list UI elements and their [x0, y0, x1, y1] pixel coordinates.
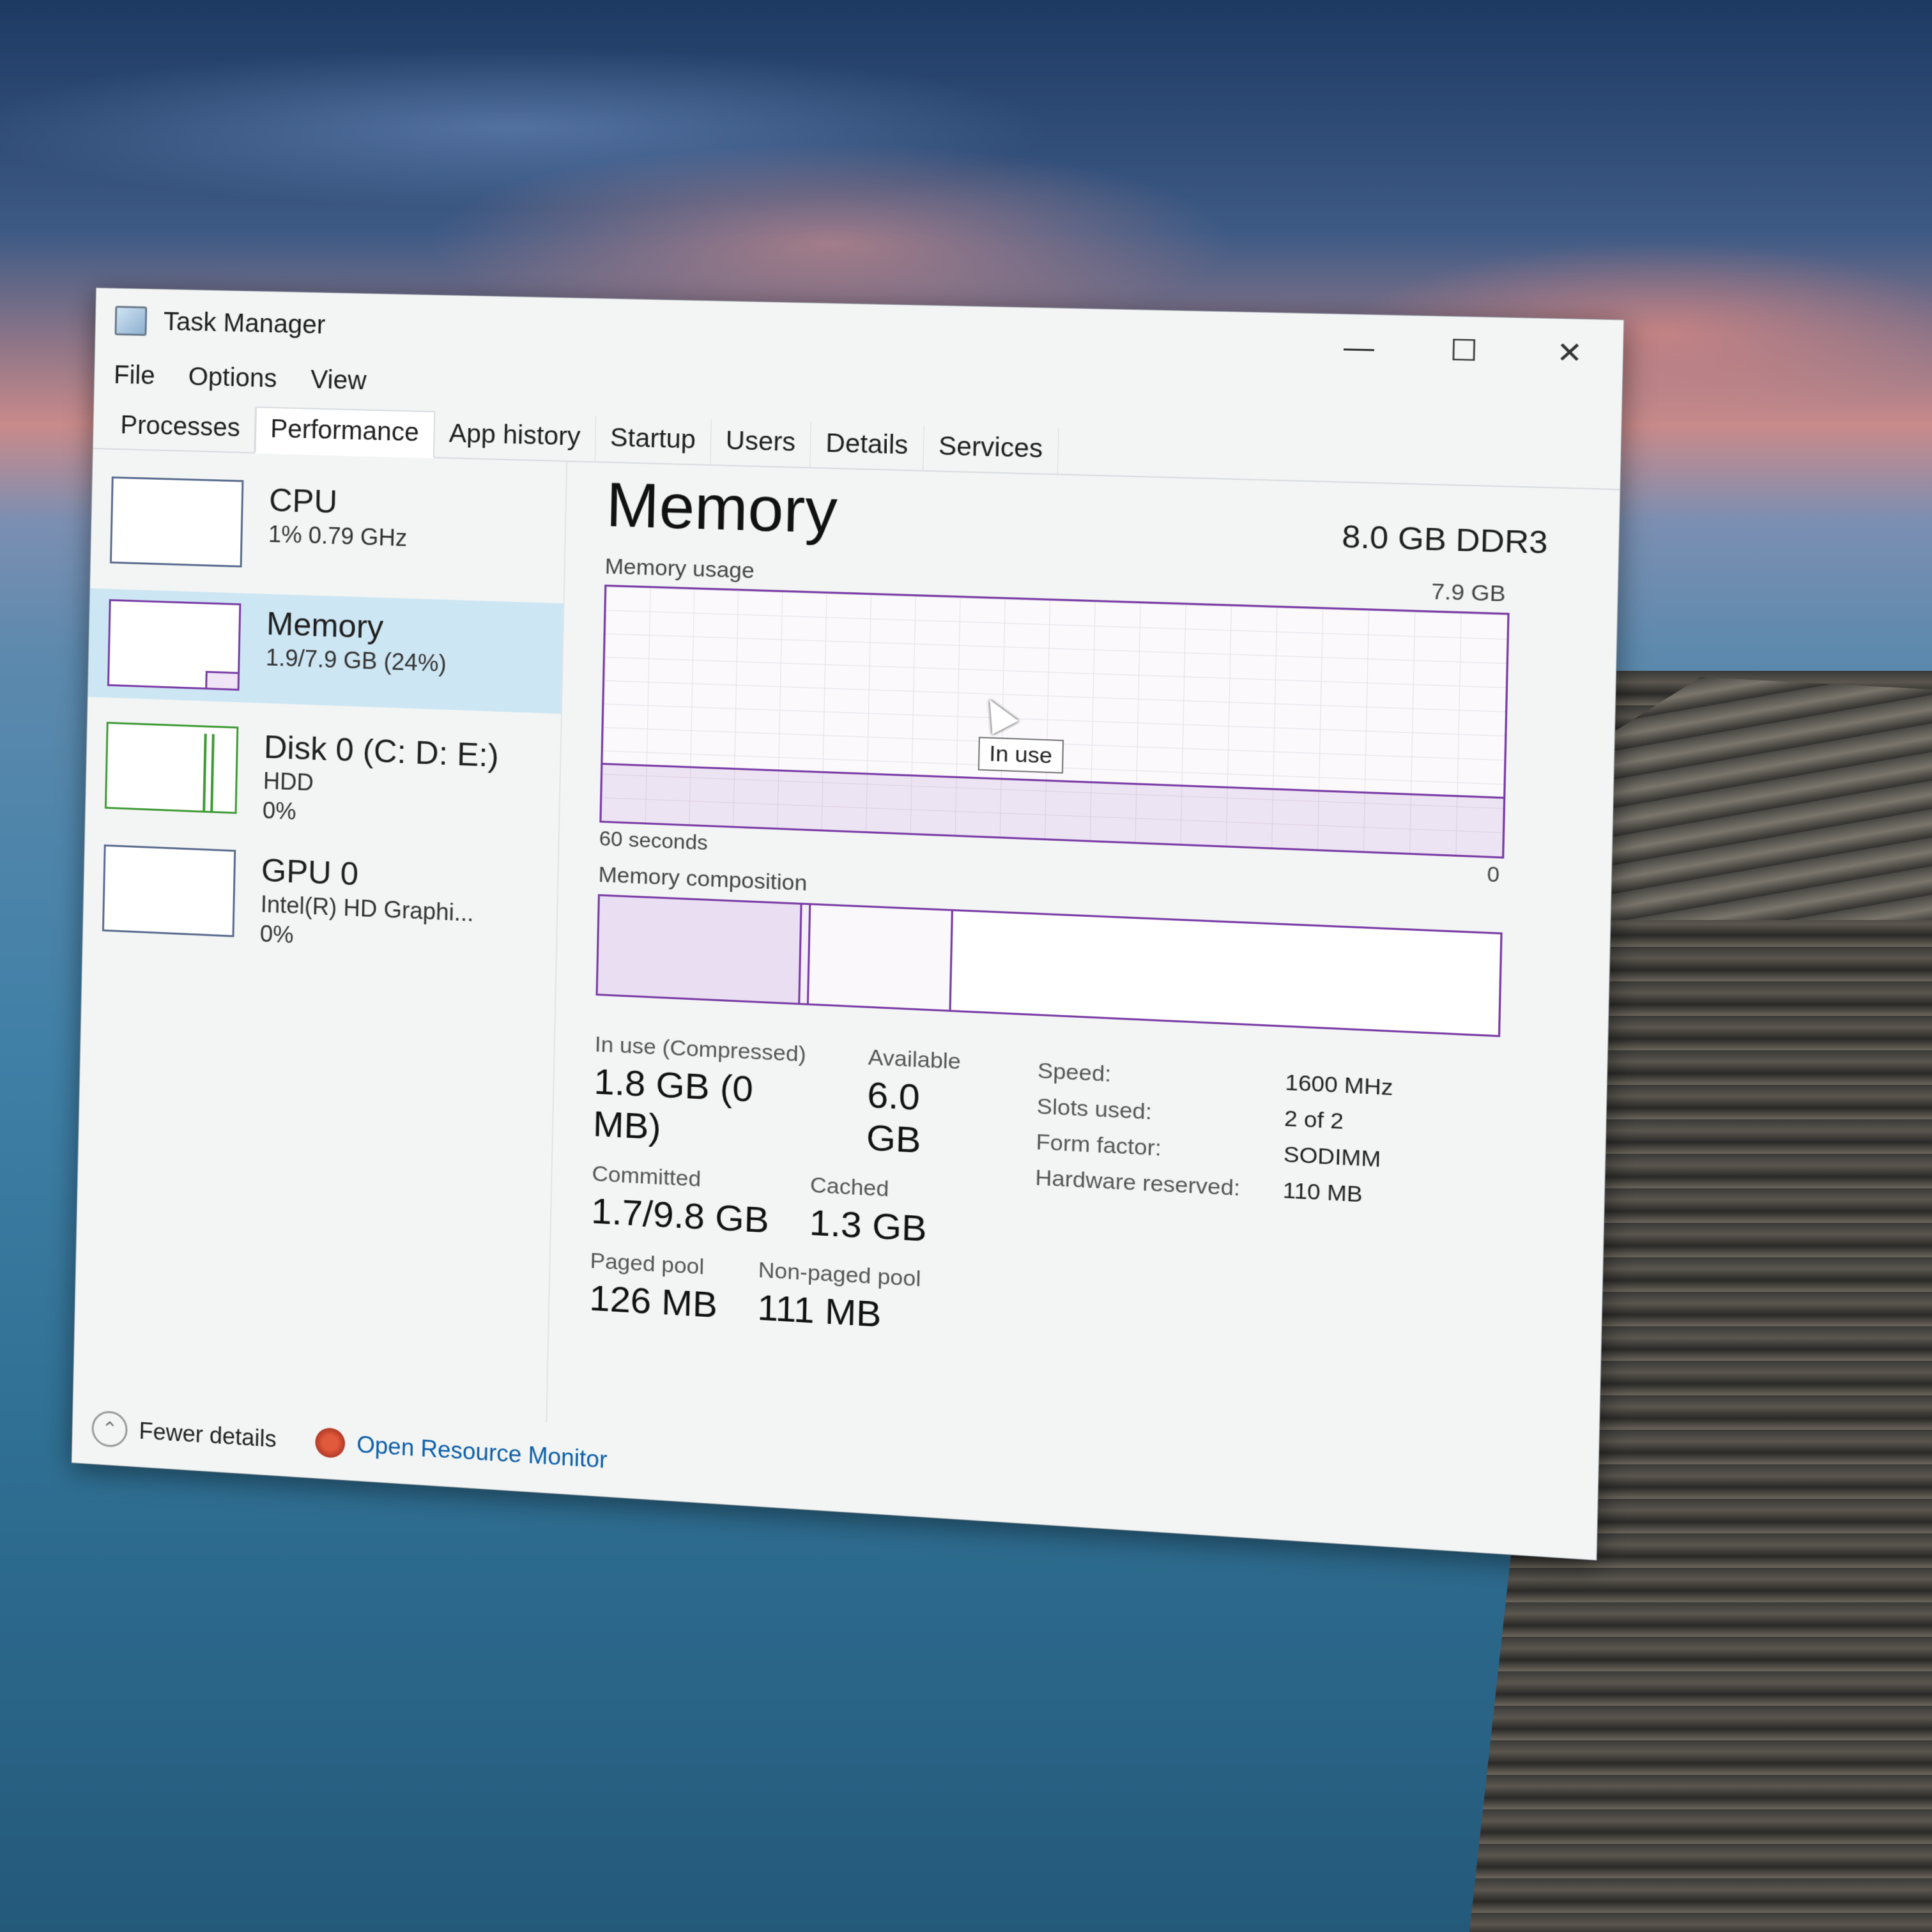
resource-list: CPU 1% 0.79 GHz Memory 1.9/7.9 GB (24%) …: [73, 449, 567, 1423]
available-label: Available: [868, 1045, 983, 1076]
disk-activity-spike: [203, 733, 215, 811]
menu-view[interactable]: View: [310, 365, 367, 395]
non-paged-pool-value: 111 MB: [757, 1285, 921, 1337]
available-value: 6.0 GB: [866, 1073, 983, 1165]
tab-processes[interactable]: Processes: [106, 404, 256, 452]
paged-pool-label: Paged pool: [590, 1248, 718, 1281]
property-value: SODIMM: [1283, 1137, 1381, 1177]
memory-properties: Speed: 1600 MHz Slots used: 2 of 2 Form fa…: [1031, 1053, 1393, 1382]
memory-thumbnail-fill: [205, 671, 238, 689]
maximize-button[interactable]: ☐: [1411, 316, 1517, 385]
close-button[interactable]: ✕: [1516, 318, 1623, 388]
memory-usage-label: Memory usage: [604, 554, 755, 584]
memory-usage-max: 7.9 GB: [1431, 579, 1506, 607]
resource-disk-0[interactable]: Disk 0 (C: D: E:) HDD 0%: [86, 711, 561, 839]
page-title: Memory: [606, 470, 838, 548]
composition-standby: [809, 905, 953, 1010]
tab-details[interactable]: Details: [811, 422, 924, 470]
axis-left-label: 60 seconds: [599, 827, 708, 855]
mouse-cursor-icon: [977, 693, 1019, 735]
resource-memory[interactable]: Memory 1.9/7.9 GB (24%): [88, 588, 564, 714]
property-value: 2 of 2: [1284, 1101, 1344, 1140]
memory-thumbnail-graph: [107, 599, 241, 691]
committed-value: 1.7/9.8 GB: [591, 1189, 770, 1241]
resource-name: CPU: [269, 481, 409, 524]
tab-startup[interactable]: Startup: [595, 417, 712, 464]
disk-thumbnail-graph: [105, 722, 238, 814]
composition-free: [951, 911, 1501, 1035]
window-title: Task Manager: [163, 307, 325, 340]
menu-file[interactable]: File: [114, 360, 155, 390]
tab-performance[interactable]: Performance: [254, 406, 435, 458]
resource-cpu[interactable]: CPU 1% 0.79 GHz: [91, 466, 566, 589]
axis-right-label: 0: [1487, 862, 1499, 887]
cached-value: 1.3 GB: [809, 1200, 927, 1250]
task-manager-icon: [114, 306, 147, 336]
minimize-button[interactable]: —: [1306, 314, 1412, 383]
tab-app-history[interactable]: App history: [434, 412, 596, 461]
paged-pool-value: 126 MB: [589, 1276, 718, 1326]
in-use-value: 1.8 GB (0 MB): [593, 1060, 827, 1156]
chevron-up-icon[interactable]: ⌃: [91, 1410, 128, 1448]
tab-services[interactable]: Services: [923, 425, 1059, 474]
memory-spec: 8.0 GB DDR3: [1342, 519, 1548, 562]
resource-name: Memory: [266, 604, 447, 649]
open-resource-monitor-link[interactable]: Open Resource Monitor: [356, 1431, 608, 1474]
gpu-thumbnail-graph: [102, 845, 236, 937]
resource-monitor-icon[interactable]: [315, 1427, 346, 1459]
resource-gpu-0[interactable]: GPU 0 Intel(R) HD Graphi... 0%: [83, 833, 558, 963]
graph-tooltip: In use: [978, 737, 1064, 774]
resource-detail: 1.9/7.9 GB (24%): [266, 643, 447, 678]
memory-detail-panel: Memory 8.0 GB DDR3 Memory usage 7.9 GB I…: [547, 462, 1620, 1487]
property-value: 1600 MHz: [1285, 1064, 1393, 1105]
composition-in-use: [598, 896, 802, 1003]
memory-usage-graph[interactable]: In use: [599, 585, 1509, 859]
tab-users[interactable]: Users: [710, 419, 811, 467]
cached-label: Cached: [810, 1172, 928, 1204]
cpu-thumbnail-graph: [110, 477, 244, 567]
property-value: 110 MB: [1282, 1172, 1363, 1213]
menu-options[interactable]: Options: [188, 362, 277, 394]
task-manager-window: Task Manager — ☐ ✕ File Options View Pro…: [72, 288, 1625, 1561]
resource-detail: 1% 0.79 GHz: [268, 519, 408, 553]
fewer-details-link[interactable]: Fewer details: [139, 1418, 277, 1453]
